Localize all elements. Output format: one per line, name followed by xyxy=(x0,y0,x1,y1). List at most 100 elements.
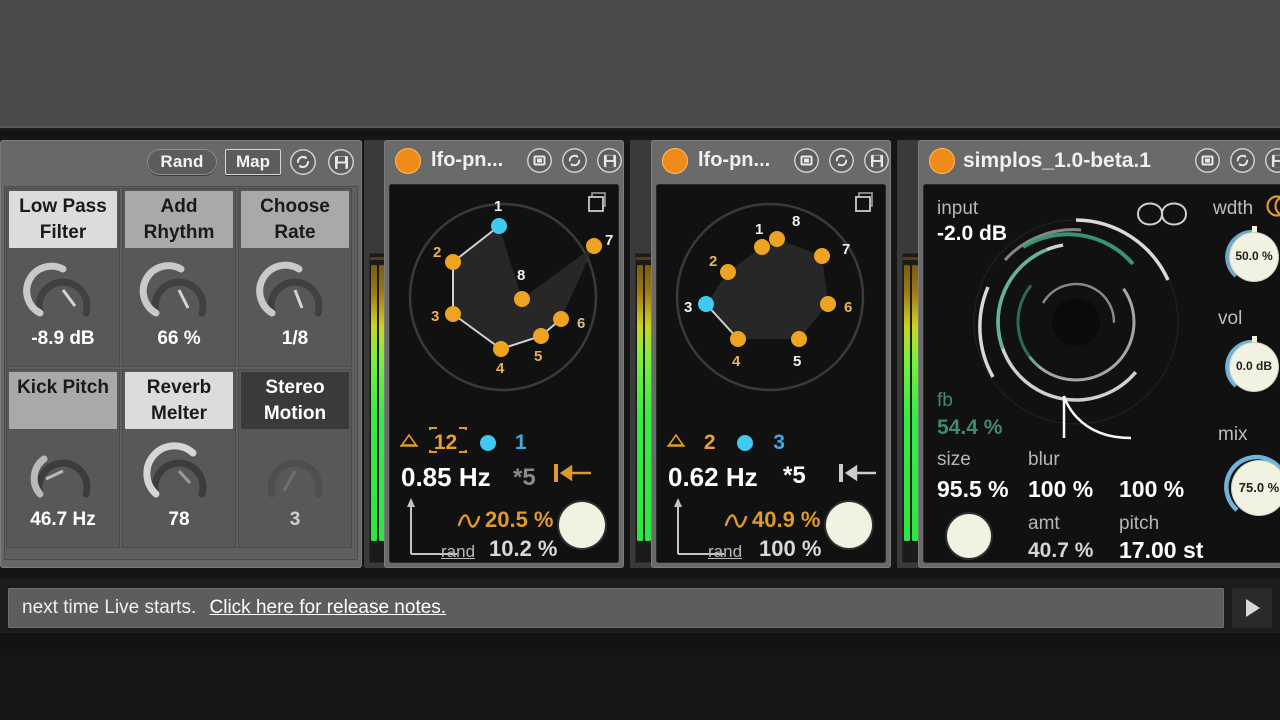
lfo-1-phase-dot-icon[interactable] xyxy=(480,435,497,452)
lfo-2-rate[interactable]: 0.62 Hz xyxy=(668,462,758,493)
refresh-icon[interactable] xyxy=(829,148,854,173)
amt-label: amt xyxy=(1028,513,1060,534)
lfo-1-output-knob[interactable] xyxy=(559,502,605,548)
macro-cell-3[interactable]: Kick Pitch 46.7 Hz xyxy=(6,369,120,548)
macro-title-3: Kick Pitch xyxy=(9,372,117,429)
triangle-wave-icon[interactable] xyxy=(399,431,419,455)
midi-icon[interactable] xyxy=(794,148,819,173)
triangle-wave-icon[interactable] xyxy=(666,431,686,455)
macro-knob-0[interactable] xyxy=(6,250,120,330)
device-power-dot[interactable] xyxy=(662,148,688,174)
lfo-2-rand-value[interactable]: 100 % xyxy=(759,536,821,562)
save-icon[interactable] xyxy=(1265,148,1280,173)
macro-cell-5[interactable]: Stereo Motion 3 xyxy=(238,369,352,548)
midi-icon[interactable] xyxy=(1195,148,1220,173)
macro-cell-1[interactable]: Add Rhythm 66 % xyxy=(122,188,236,367)
live-session-area xyxy=(0,0,1280,128)
pitch-value[interactable]: 17.00 st xyxy=(1119,537,1203,564)
save-icon[interactable] xyxy=(864,148,889,173)
midi-icon[interactable] xyxy=(527,148,552,173)
macro-knob-1[interactable] xyxy=(122,250,236,330)
macro-knob-2[interactable] xyxy=(238,250,352,330)
macro-value-4: 78 xyxy=(168,509,190,530)
map-button[interactable]: Map xyxy=(225,149,281,175)
lfo-2-rand-label: rand xyxy=(708,542,743,561)
size-label: size xyxy=(937,449,971,470)
simplos-title: simplos_1.0-beta.1 xyxy=(963,149,1151,172)
macro-cell-4[interactable]: Reverb Melter 78 xyxy=(122,369,236,548)
svg-text:2: 2 xyxy=(433,244,441,261)
lfo-2-depth[interactable]: 40.9 % xyxy=(752,507,821,533)
lfo-1-multiplier[interactable]: *5 xyxy=(513,464,536,492)
macro-knob-3[interactable] xyxy=(6,431,120,511)
lfo-1-depth-wave-icon xyxy=(457,511,481,536)
macro-title-5: Stereo Motion xyxy=(241,372,349,429)
macro-value-3: 46.7 Hz xyxy=(30,509,96,530)
lfo-2-phase-dot-icon[interactable] xyxy=(737,435,754,452)
lfo-2-shape-value[interactable]: 2 xyxy=(704,431,716,454)
release-notes-link[interactable]: Click here for release notes. xyxy=(210,597,447,618)
simplos-body: input -2.0 dB fb 54.4 % size 95.5 % blur… xyxy=(923,184,1280,563)
svg-text:7: 7 xyxy=(605,232,613,249)
macro-value-1: 66 % xyxy=(157,328,201,349)
meter-bar-left xyxy=(904,265,910,541)
vol-knob[interactable]: 0.0 dB xyxy=(1223,336,1280,398)
lfo-2-output-knob[interactable] xyxy=(826,502,872,548)
app-window: Rand Map Low Pass Filter -8.9 dB Add Rhy… xyxy=(0,0,1280,720)
lfo-device-1: lfo-pn... 1 2 3 4 5 6 7 8 12 1 0.85 Hz *… xyxy=(384,140,624,568)
reverb-visualizer[interactable] xyxy=(963,202,1193,447)
macro-value-2: 1/8 xyxy=(281,328,309,349)
save-icon[interactable] xyxy=(328,149,354,175)
svg-text:3: 3 xyxy=(684,299,692,316)
vol-value: 0.0 dB xyxy=(1235,359,1272,373)
lower-area-2 xyxy=(0,655,1280,720)
device-power-dot[interactable] xyxy=(929,148,955,174)
macro-cell-0[interactable]: Low Pass Filter -8.9 dB xyxy=(6,188,120,367)
mix-knob[interactable]: 75.0 % xyxy=(1223,452,1280,524)
status-message: next time Live starts. xyxy=(22,597,197,618)
lfo-2-multiplier[interactable]: *5 xyxy=(783,462,806,490)
svg-text:8: 8 xyxy=(792,213,800,230)
size-value[interactable]: 95.5 % xyxy=(937,476,1009,503)
fb-value[interactable]: 54.4 % xyxy=(937,416,1002,440)
lfo-1-retrigger-icon[interactable] xyxy=(551,460,593,491)
divider-line xyxy=(0,126,1280,128)
refresh-icon[interactable] xyxy=(290,149,316,175)
meter-clip-tick xyxy=(903,257,919,260)
svg-text:6: 6 xyxy=(577,315,585,332)
save-icon[interactable] xyxy=(597,148,622,173)
lfo-device-2: lfo-pn... 1 2 3 4 5 6 7 8 2 3 0.62 Hz *5… xyxy=(651,140,891,568)
svg-text:6: 6 xyxy=(844,299,852,316)
blur-label: blur xyxy=(1028,449,1060,470)
svg-text:3: 3 xyxy=(431,308,439,325)
macro-knob-5[interactable] xyxy=(238,431,352,511)
macro-title-2: Choose Rate xyxy=(241,191,349,248)
lfo-1-shape-value-box[interactable]: 12 xyxy=(427,427,467,455)
refresh-icon[interactable] xyxy=(562,148,587,173)
status-next-button[interactable] xyxy=(1232,588,1272,628)
lfo-1-depth[interactable]: 20.5 % xyxy=(485,507,554,533)
play-arrow-icon xyxy=(1246,599,1260,617)
amt-value[interactable]: 40.7 % xyxy=(1028,539,1093,563)
macro-knob-4[interactable] xyxy=(122,431,236,511)
lfo-1-rand-value[interactable]: 10.2 % xyxy=(489,536,558,562)
wdth-label: wdth xyxy=(1213,198,1254,219)
device-power-dot[interactable] xyxy=(395,148,421,174)
macro-title-4: Reverb Melter xyxy=(125,372,233,429)
damp-value[interactable]: 100 % xyxy=(1119,476,1184,503)
lfo-2-retrigger-icon[interactable] xyxy=(836,460,878,491)
pitch-label: pitch xyxy=(1119,513,1160,534)
wdth-knob[interactable]: 50.0 % xyxy=(1223,226,1280,288)
stereo-width-icon[interactable] xyxy=(1266,192,1280,225)
lfo-device-2-header: lfo-pn... xyxy=(651,140,891,182)
refresh-icon[interactable] xyxy=(1230,148,1255,173)
simplos-freeze-knob[interactable] xyxy=(947,514,991,558)
macro-grid: Low Pass Filter -8.9 dB Add Rhythm 66 % … xyxy=(4,186,358,560)
macro-value-5: 3 xyxy=(289,509,301,530)
blur-value[interactable]: 100 % xyxy=(1028,476,1093,503)
macro-cell-2[interactable]: Choose Rate 1/8 xyxy=(238,188,352,367)
rand-button[interactable]: Rand xyxy=(147,149,217,175)
svg-text:2: 2 xyxy=(709,253,717,270)
lfo-1-rate[interactable]: 0.85 Hz xyxy=(401,462,491,493)
wdth-value: 50.0 % xyxy=(1235,249,1273,263)
